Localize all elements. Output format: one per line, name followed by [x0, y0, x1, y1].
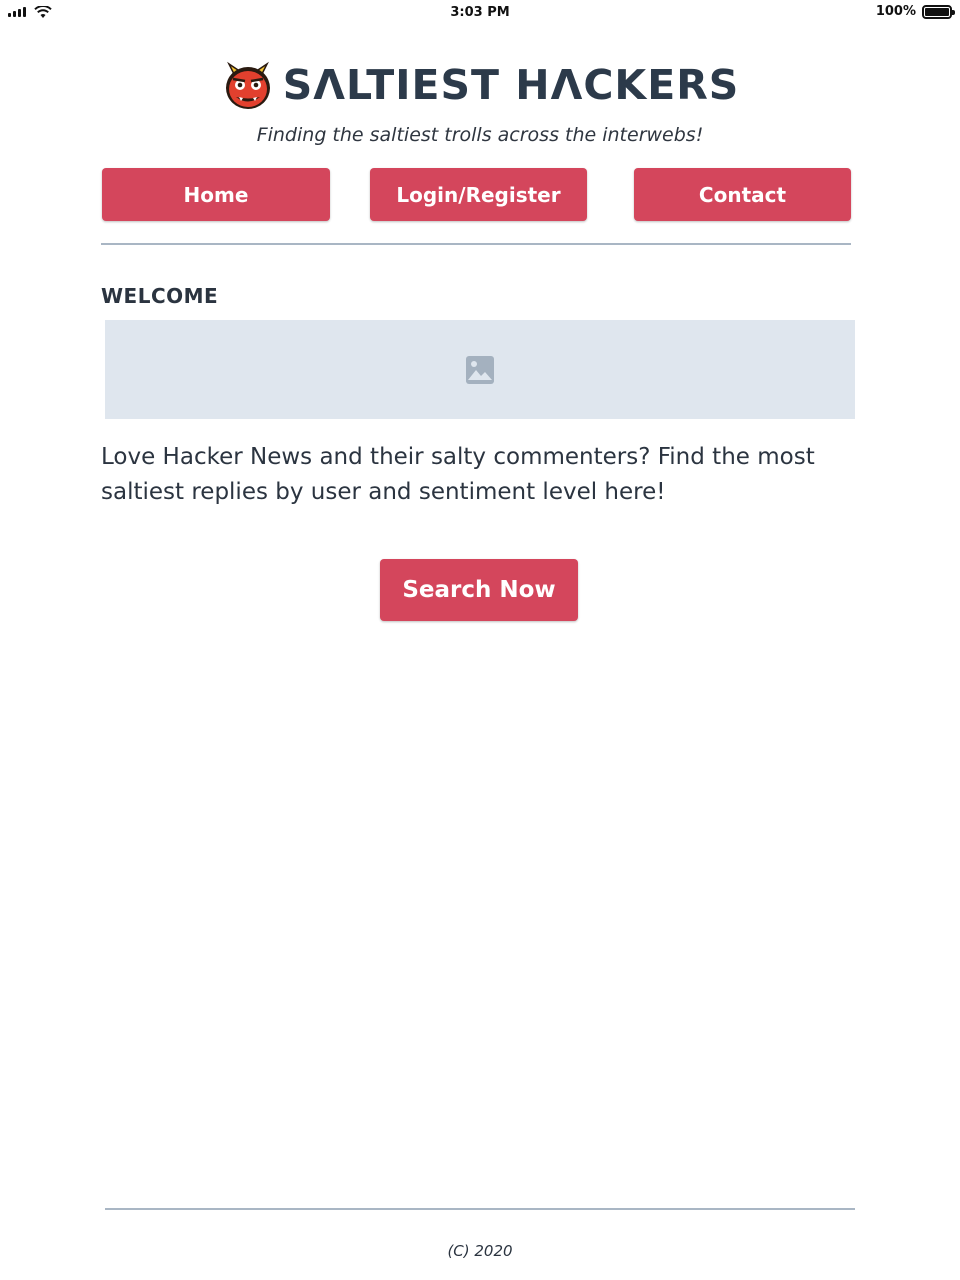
nav-home-button[interactable]: Home: [102, 168, 330, 221]
battery-icon: [922, 4, 955, 19]
search-now-button[interactable]: Search Now: [380, 559, 578, 621]
status-time: 3:03 PM: [450, 5, 510, 20]
site-header: SΛLTIEST HΛCKERS: [0, 58, 960, 112]
nav-login-register-button[interactable]: Login/Register: [370, 168, 587, 221]
image-icon: [466, 355, 494, 384]
ogre-mask-icon[interactable]: [221, 58, 275, 112]
intro-text: Love Hacker News and their salty comment…: [101, 444, 815, 505]
status-right: 100%: [875, 4, 955, 19]
nav-contact-button[interactable]: Contact: [634, 168, 851, 221]
site-tagline: Finding the saltiest trolls across the i…: [256, 124, 704, 146]
page: 3:03 PM 100% SΛLTIEST HΛCKERS Finding th…: [0, 0, 960, 1280]
image-placeholder: [105, 320, 855, 419]
footer-copyright: (C) 2020: [447, 1242, 513, 1260]
battery-percent: 100%: [875, 4, 916, 19]
site-title[interactable]: SΛLTIEST HΛCKERS: [283, 61, 740, 109]
header-divider: [101, 243, 851, 245]
status-bar: 3:03 PM 100%: [0, 0, 960, 28]
footer-divider: [105, 1208, 855, 1210]
section-title: WELCOME: [101, 284, 219, 308]
